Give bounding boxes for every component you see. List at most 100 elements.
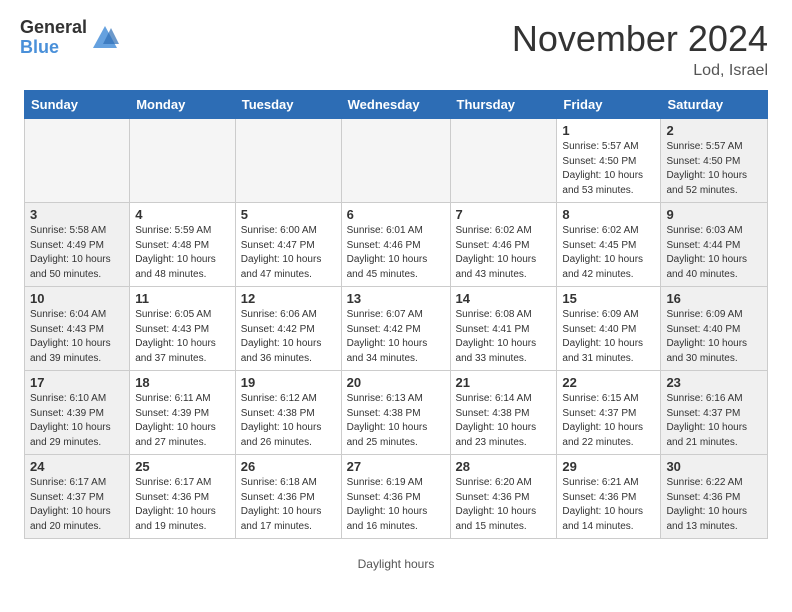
calendar-cell: 21 Sunrise: 6:14 AM Sunset: 4:38 PM Dayli… <box>450 371 557 455</box>
calendar-cell: 8Sunrise: 6:02 AM Sunset: 4:45 PM Daylig… <box>557 203 661 287</box>
page-container: General Blue November 2024 Lod, Israel S… <box>0 0 792 579</box>
day-info: Sunrise: 6:20 AM Sunset: 4:36 PM Dayligh… <box>456 476 552 534</box>
day-number: 6 <box>347 207 445 222</box>
calendar-cell: 10Sunrise: 6:04 AM Sunset: 4:43 PM Dayli… <box>25 287 130 371</box>
calendar-cell <box>450 119 557 203</box>
day-number: 25 <box>135 459 230 474</box>
calendar-table: SundayMondayTuesdayWednesdayThursdayFrid… <box>24 90 768 539</box>
day-number: 15 <box>562 291 655 306</box>
day-info: Sunrise: 6:13 AM Sunset: 4:38 PM Dayligh… <box>347 392 445 450</box>
day-number: 11 <box>135 291 230 306</box>
calendar-cell: 28 Sunrise: 6:20 AM Sunset: 4:36 PM Dayli… <box>450 455 557 539</box>
day-info: Sunrise: 6:10 AM Sunset: 4:39 PM Dayligh… <box>30 392 124 450</box>
day-number: 4 <box>135 207 230 222</box>
day-number: 14 <box>456 291 552 306</box>
calendar-cell: 19Sunrise: 6:12 AM Sunset: 4:38 PM Dayli… <box>235 371 341 455</box>
col-header-saturday: Saturday <box>661 91 768 119</box>
day-number: 26 <box>241 459 336 474</box>
day-number: 9 <box>666 207 762 222</box>
logo-general: General <box>20 18 87 38</box>
col-header-wednesday: Wednesday <box>341 91 450 119</box>
day-info: Sunrise: 6:06 AM Sunset: 4:42 PM Dayligh… <box>241 308 336 366</box>
day-number: 17 <box>30 375 124 390</box>
calendar-cell: 15Sunrise: 6:09 AM Sunset: 4:40 PM Dayli… <box>557 287 661 371</box>
logo-blue: Blue <box>20 38 87 58</box>
calendar-cell: 4 Sunrise: 5:59 AM Sunset: 4:48 PM Daylig… <box>130 203 236 287</box>
col-header-friday: Friday <box>557 91 661 119</box>
day-info: Sunrise: 6:09 AM Sunset: 4:40 PM Dayligh… <box>666 308 762 366</box>
calendar-cell: 23 Sunrise: 6:16 AM Sunset: 4:37 PM Dayli… <box>661 371 768 455</box>
day-info: Sunrise: 6:02 AM Sunset: 4:46 PM Dayligh… <box>456 224 552 282</box>
day-info: Sunrise: 6:07 AM Sunset: 4:42 PM Dayligh… <box>347 308 445 366</box>
calendar-cell: 18 Sunrise: 6:11 AM Sunset: 4:39 PM Dayli… <box>130 371 236 455</box>
calendar-cell: 25 Sunrise: 6:17 AM Sunset: 4:36 PM Dayli… <box>130 455 236 539</box>
week-row-2: 10Sunrise: 6:04 AM Sunset: 4:43 PM Dayli… <box>25 287 768 371</box>
logo-text: General Blue <box>20 18 87 58</box>
header: General Blue November 2024 Lod, Israel <box>0 0 792 90</box>
day-info: Sunrise: 5:58 AM Sunset: 4:49 PM Dayligh… <box>30 224 124 282</box>
day-number: 21 <box>456 375 552 390</box>
day-info: Sunrise: 6:14 AM Sunset: 4:38 PM Dayligh… <box>456 392 552 450</box>
logo-icon <box>91 24 119 52</box>
week-row-1: 3Sunrise: 5:58 AM Sunset: 4:49 PM Daylig… <box>25 203 768 287</box>
calendar-cell: 3Sunrise: 5:58 AM Sunset: 4:49 PM Daylig… <box>25 203 130 287</box>
col-header-tuesday: Tuesday <box>235 91 341 119</box>
calendar-cell <box>341 119 450 203</box>
calendar-cell: 9 Sunrise: 6:03 AM Sunset: 4:44 PM Daylig… <box>661 203 768 287</box>
day-number: 18 <box>135 375 230 390</box>
calendar-cell: 27 Sunrise: 6:19 AM Sunset: 4:36 PM Dayli… <box>341 455 450 539</box>
day-info: Sunrise: 6:12 AM Sunset: 4:38 PM Dayligh… <box>241 392 336 450</box>
day-info: Sunrise: 6:22 AM Sunset: 4:36 PM Dayligh… <box>666 476 762 534</box>
day-number: 10 <box>30 291 124 306</box>
day-info: Sunrise: 6:17 AM Sunset: 4:36 PM Dayligh… <box>135 476 230 534</box>
day-number: 27 <box>347 459 445 474</box>
week-row-4: 24 Sunrise: 6:17 AM Sunset: 4:37 PM Dayli… <box>25 455 768 539</box>
day-info: Sunrise: 5:59 AM Sunset: 4:48 PM Dayligh… <box>135 224 230 282</box>
day-info: Sunrise: 6:19 AM Sunset: 4:36 PM Dayligh… <box>347 476 445 534</box>
day-number: 12 <box>241 291 336 306</box>
calendar-cell: 12 Sunrise: 6:06 AM Sunset: 4:42 PM Dayli… <box>235 287 341 371</box>
day-number: 23 <box>666 375 762 390</box>
day-info: Sunrise: 6:03 AM Sunset: 4:44 PM Dayligh… <box>666 224 762 282</box>
week-row-0: 1Sunrise: 5:57 AM Sunset: 4:50 PM Daylig… <box>25 119 768 203</box>
calendar-cell: 29 Sunrise: 6:21 AM Sunset: 4:36 PM Dayli… <box>557 455 661 539</box>
day-number: 28 <box>456 459 552 474</box>
day-info: Sunrise: 6:16 AM Sunset: 4:37 PM Dayligh… <box>666 392 762 450</box>
calendar-cell: 7 Sunrise: 6:02 AM Sunset: 4:46 PM Daylig… <box>450 203 557 287</box>
day-number: 7 <box>456 207 552 222</box>
header-row: SundayMondayTuesdayWednesdayThursdayFrid… <box>25 91 768 119</box>
day-number: 29 <box>562 459 655 474</box>
calendar-cell: 1Sunrise: 5:57 AM Sunset: 4:50 PM Daylig… <box>557 119 661 203</box>
week-row-3: 17 Sunrise: 6:10 AM Sunset: 4:39 PM Dayli… <box>25 371 768 455</box>
calendar-cell: 24 Sunrise: 6:17 AM Sunset: 4:37 PM Dayli… <box>25 455 130 539</box>
calendar-cell: 6Sunrise: 6:01 AM Sunset: 4:46 PM Daylig… <box>341 203 450 287</box>
month-title: November 2024 <box>512 18 768 60</box>
calendar-cell <box>130 119 236 203</box>
calendar-cell: 14 Sunrise: 6:08 AM Sunset: 4:41 PM Dayli… <box>450 287 557 371</box>
day-info: Sunrise: 6:17 AM Sunset: 4:37 PM Dayligh… <box>30 476 124 534</box>
calendar-cell <box>235 119 341 203</box>
day-number: 22 <box>562 375 655 390</box>
calendar-body: 1Sunrise: 5:57 AM Sunset: 4:50 PM Daylig… <box>25 119 768 539</box>
day-info: Sunrise: 5:57 AM Sunset: 4:50 PM Dayligh… <box>666 140 762 198</box>
legend-daylight: Daylight hours <box>358 557 435 571</box>
day-info: Sunrise: 6:15 AM Sunset: 4:37 PM Dayligh… <box>562 392 655 450</box>
calendar-cell: 5Sunrise: 6:00 AM Sunset: 4:47 PM Daylig… <box>235 203 341 287</box>
day-number: 16 <box>666 291 762 306</box>
day-info: Sunrise: 6:05 AM Sunset: 4:43 PM Dayligh… <box>135 308 230 366</box>
calendar-header: SundayMondayTuesdayWednesdayThursdayFrid… <box>25 91 768 119</box>
day-info: Sunrise: 6:21 AM Sunset: 4:36 PM Dayligh… <box>562 476 655 534</box>
day-info: Sunrise: 5:57 AM Sunset: 4:50 PM Dayligh… <box>562 140 655 198</box>
calendar-cell: 13 Sunrise: 6:07 AM Sunset: 4:42 PM Dayli… <box>341 287 450 371</box>
day-info: Sunrise: 6:08 AM Sunset: 4:41 PM Dayligh… <box>456 308 552 366</box>
calendar-cell: 30Sunrise: 6:22 AM Sunset: 4:36 PM Dayli… <box>661 455 768 539</box>
day-number: 5 <box>241 207 336 222</box>
calendar-cell <box>25 119 130 203</box>
day-info: Sunrise: 6:11 AM Sunset: 4:39 PM Dayligh… <box>135 392 230 450</box>
day-number: 13 <box>347 291 445 306</box>
day-number: 2 <box>666 123 762 138</box>
day-number: 24 <box>30 459 124 474</box>
day-info: Sunrise: 6:02 AM Sunset: 4:45 PM Dayligh… <box>562 224 655 282</box>
calendar-wrap: SundayMondayTuesdayWednesdayThursdayFrid… <box>0 90 792 551</box>
col-header-sunday: Sunday <box>25 91 130 119</box>
